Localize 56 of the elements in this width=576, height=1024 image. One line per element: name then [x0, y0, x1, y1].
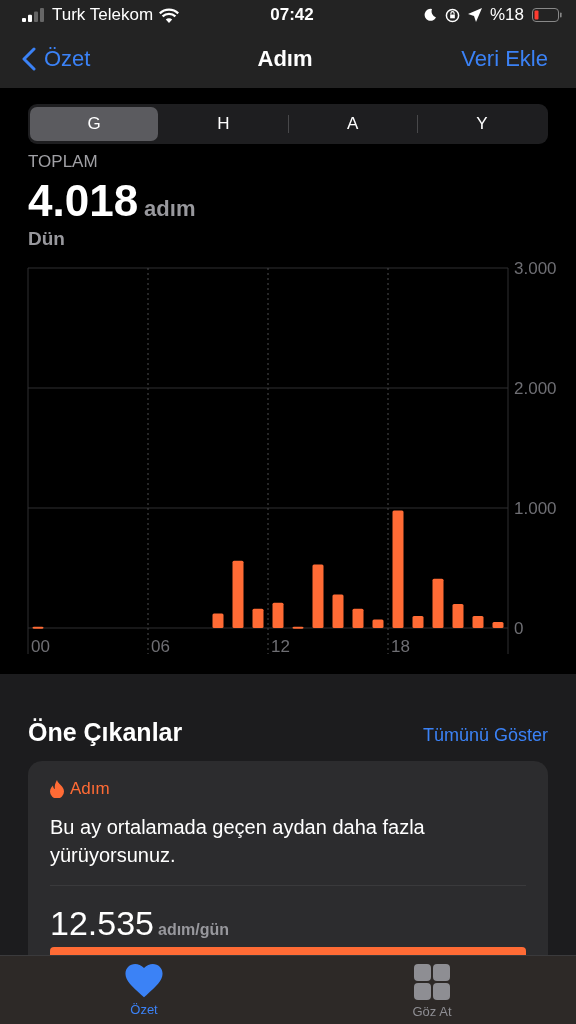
axis-label: 12 — [271, 637, 290, 656]
grid-icon — [414, 964, 450, 1000]
rotation-lock-icon — [445, 7, 460, 23]
hour-bar — [312, 564, 324, 628]
date-label: Dün — [28, 228, 66, 250]
battery-icon — [532, 8, 562, 22]
segment-tab[interactable]: H — [159, 107, 288, 141]
hour-bar — [292, 626, 304, 629]
hour-bar — [212, 613, 224, 628]
axis-label: 18 — [391, 637, 410, 656]
hour-bar — [452, 604, 464, 628]
carrier-name: Turk Telekom — [52, 5, 154, 25]
hour-bar — [472, 616, 484, 628]
wifi-icon — [159, 7, 180, 23]
axis-label: 0 — [514, 619, 524, 638]
axis-label: 3.000 — [514, 259, 557, 278]
back-button[interactable]: Özet — [22, 46, 258, 72]
section-title: Öne Çıkanlar — [28, 718, 183, 747]
segment-tab[interactable]: G — [30, 107, 159, 141]
segment-tab[interactable]: A — [288, 107, 417, 141]
axis-label: 06 — [151, 637, 170, 656]
hour-bar — [352, 608, 364, 628]
hour-bar — [412, 616, 424, 628]
add-data-button[interactable]: Veri Ekle — [312, 46, 562, 72]
segment-tab[interactable]: Y — [417, 107, 546, 141]
flame-icon — [50, 780, 64, 798]
show-all-link[interactable]: Tümünü Göster — [422, 725, 548, 746]
hour-bar — [372, 619, 384, 628]
tab-bar-item[interactable]: Özet — [0, 956, 288, 1024]
total-label: TOPLAM — [28, 152, 99, 172]
chevron-icon — [22, 47, 36, 71]
clock: 07:42 — [270, 5, 314, 25]
average-value: 12.535 — [50, 904, 154, 943]
axis-label: 2.000 — [514, 379, 557, 398]
hour-bar — [272, 602, 284, 628]
hour-bar — [32, 626, 44, 629]
axis-label: 00 — [31, 637, 50, 656]
location-icon — [468, 8, 482, 22]
highlight-message: Bu ay ortalamada geçen aydan daha fazla yürüyorsunuz. — [50, 813, 526, 886]
hour-bar — [492, 622, 504, 628]
screen-title: Adım — [257, 46, 313, 72]
step-total: 4.018 — [28, 176, 139, 226]
axis-label: 1.000 — [514, 499, 557, 518]
hour-bar — [232, 560, 244, 628]
heart-icon — [125, 964, 163, 998]
moon-icon — [423, 8, 437, 22]
highlight-card[interactable]: Adım Bu ay ortalamada geçen aydan daha fazla yürüyorsunuz. 12.535 adım/gün — [28, 761, 548, 955]
unit-label: adım — [144, 196, 196, 222]
battery-percent: %18 — [490, 5, 524, 25]
tab-bar-item[interactable]: Göz At — [288, 956, 576, 1024]
signal-icon — [22, 8, 46, 22]
unit-label: adım/gün — [158, 921, 230, 939]
hour-bar — [252, 608, 264, 628]
hour-bar — [432, 578, 444, 628]
category-label: Adım — [70, 779, 110, 799]
hour-bar — [332, 594, 344, 628]
